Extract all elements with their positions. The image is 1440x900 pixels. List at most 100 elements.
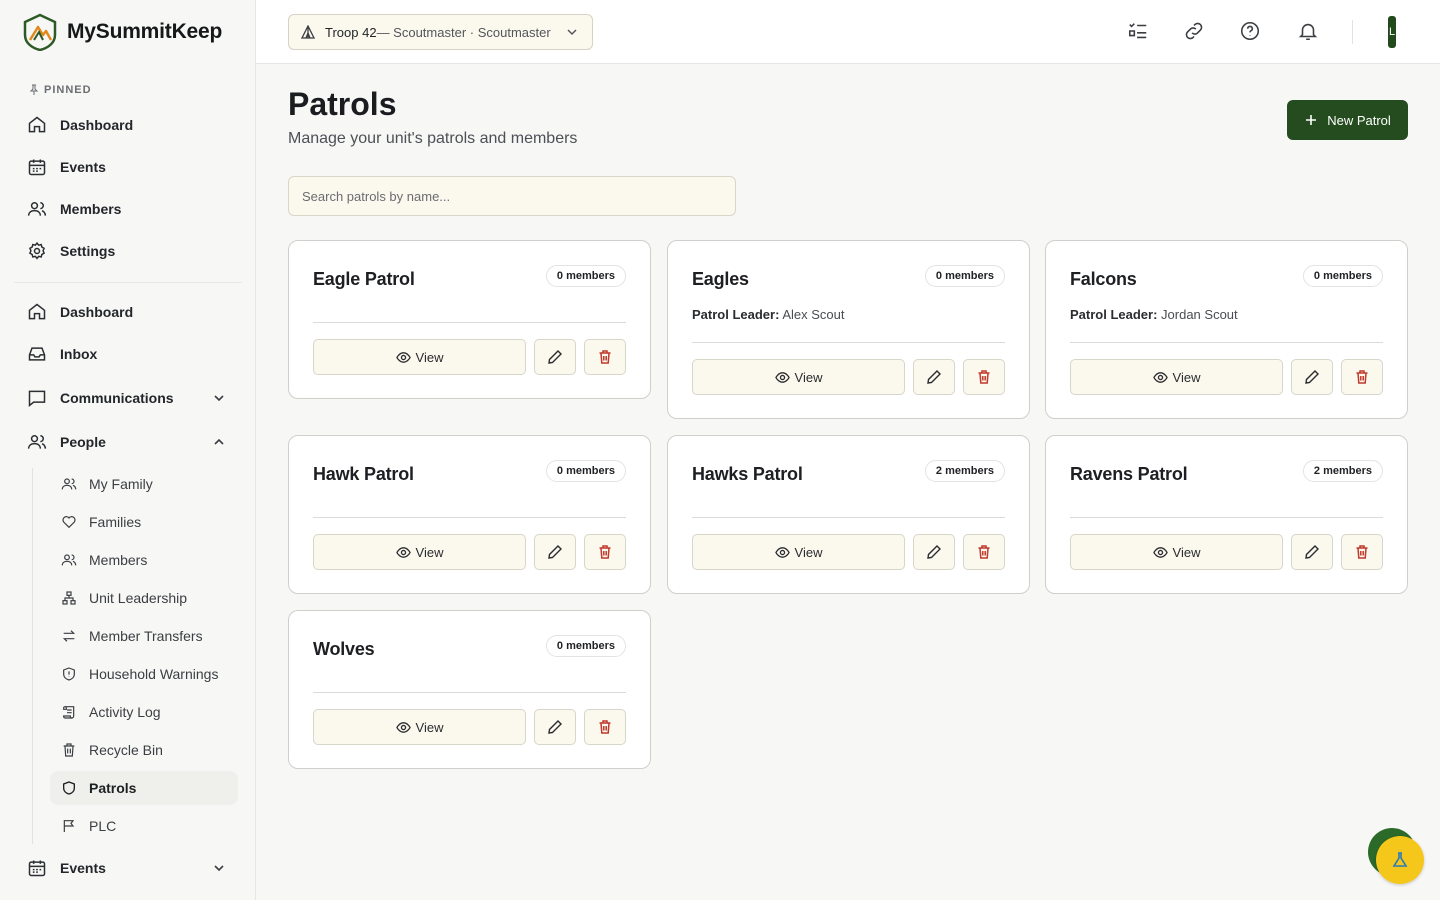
avatar[interactable]: L [1388, 16, 1396, 48]
sub-label: Recycle Bin [89, 742, 163, 758]
edit-patrol-button[interactable] [534, 709, 576, 745]
trash-icon [1356, 545, 1368, 559]
plus-icon [1306, 115, 1317, 125]
sidebar-item-events[interactable]: Events [14, 850, 242, 886]
delete-patrol-button[interactable] [584, 709, 626, 745]
delete-patrol-button[interactable] [584, 534, 626, 570]
patrol-name: Ravens Patrol [1070, 464, 1188, 484]
sidebar-item-dashboard[interactable]: Dashboard [14, 294, 242, 330]
pinned-item-settings[interactable]: Settings [14, 233, 242, 269]
brand[interactable]: MySummitKeep [22, 13, 222, 51]
member-count-badge: 0 members [1302, 265, 1383, 287]
sub-label: Patrols [89, 780, 137, 796]
mountain-logo-icon [23, 13, 57, 51]
shield-icon [63, 781, 75, 795]
edit-patrol-button[interactable] [534, 534, 576, 570]
view-patrol-button[interactable]: View [313, 339, 526, 375]
view-patrol-button[interactable]: View [692, 534, 905, 570]
pinned-item-dashboard[interactable]: Dashboard [14, 107, 242, 143]
patrol-card: Hawk Patrol 0 members View [288, 435, 651, 594]
sidebar-item-families[interactable]: Families [50, 505, 238, 539]
view-label: View [794, 369, 823, 385]
app-name: MySummitKeep [67, 20, 223, 43]
edit-patrol-button[interactable] [913, 359, 955, 395]
sub-label: Unit Leadership [89, 590, 188, 606]
member-count-badge: 0 members [545, 460, 626, 482]
edit-patrol-button[interactable] [534, 339, 576, 375]
delete-patrol-button[interactable] [1341, 359, 1383, 395]
unit-role: — Scoutmaster · Scoutmaster [376, 24, 551, 40]
topbar-separator [1352, 20, 1353, 44]
sub-label: PLC [89, 818, 117, 834]
sidebar-item-member-transfers[interactable]: Member Transfers [50, 619, 238, 653]
top-bar: Troop 42 — Scoutmaster · Scoutmaster L [256, 0, 1440, 64]
chevron-up-icon [214, 438, 224, 445]
delete-patrol-button[interactable] [584, 339, 626, 375]
new-patrol-button[interactable]: New Patrol [1287, 100, 1408, 140]
sidebar-item-people[interactable]: People [14, 424, 242, 460]
link-icon [1185, 22, 1203, 40]
card-divider [1070, 342, 1383, 343]
sidebar-item-plc[interactable]: PLC [50, 809, 238, 843]
sidebar-item-recycle-bin[interactable]: Recycle Bin [50, 733, 238, 767]
patrol-name: Falcons [1070, 269, 1137, 289]
sidebar-item-patrols[interactable]: Patrols [50, 771, 238, 805]
users-icon [27, 435, 47, 449]
sidebar-item-household-warnings[interactable]: Household Warnings [50, 657, 238, 691]
view-label: View [1172, 369, 1201, 385]
notifications-button[interactable] [1297, 20, 1321, 44]
eye-icon [395, 721, 411, 733]
delete-patrol-button[interactable] [1341, 534, 1383, 570]
nav-label: People [60, 434, 106, 450]
edit-patrol-button[interactable] [1291, 534, 1333, 570]
delete-patrol-button[interactable] [963, 359, 1005, 395]
card-divider [313, 692, 626, 693]
patrol-leader-label: Patrol Leader: [1070, 307, 1158, 322]
patrol-card: Eagles 0 members Patrol Leader: Alex Scout… [667, 240, 1030, 419]
nav-label: Events [60, 860, 106, 876]
page-title: Patrols [288, 86, 397, 122]
view-patrol-button[interactable]: View [1070, 534, 1283, 570]
pencil-icon [548, 720, 562, 734]
pinned-label-text: PINNED [44, 84, 92, 96]
view-patrol-button[interactable]: View [313, 709, 526, 745]
nav-label: Members [60, 201, 122, 217]
view-patrol-button[interactable]: View [692, 359, 905, 395]
trash-icon [599, 720, 611, 734]
delete-patrol-button[interactable] [963, 534, 1005, 570]
patrol-card: Wolves 0 members View [288, 610, 651, 769]
links-button[interactable] [1183, 20, 1207, 44]
chevron-down-icon [214, 865, 224, 872]
heart-icon [62, 516, 76, 529]
unit-selector[interactable]: Troop 42 — Scoutmaster · Scoutmaster [288, 14, 593, 50]
pinned-item-members[interactable]: Members [14, 191, 242, 227]
view-label: View [415, 349, 444, 365]
message-square-icon [28, 390, 46, 408]
trash-icon [978, 370, 990, 384]
pencil-icon [548, 545, 562, 559]
edit-patrol-button[interactable] [913, 534, 955, 570]
calendar-icon [28, 159, 46, 176]
help-button[interactable] [1239, 20, 1263, 44]
sidebar-item-communications[interactable]: Communications [14, 380, 242, 416]
shield-alert-icon [63, 667, 75, 681]
org-chart-icon [62, 591, 76, 605]
sidebar-item-my-family[interactable]: My Family [50, 467, 238, 501]
sidebar-item-inbox[interactable]: Inbox [14, 336, 242, 372]
nav-label: Inbox [60, 346, 98, 362]
sidebar-item-unit-leadership[interactable]: Unit Leadership [50, 581, 238, 615]
view-patrol-button[interactable]: View [313, 534, 526, 570]
sidebar-item-members[interactable]: Members [50, 543, 238, 577]
pinned-section-label: PINNED [29, 84, 92, 96]
home-icon [28, 116, 46, 133]
sidebar-item-activity-log[interactable]: Activity Log [50, 695, 238, 729]
view-patrol-button[interactable]: View [1070, 359, 1283, 395]
sub-label: Activity Log [89, 704, 161, 720]
dev-tools-fab[interactable] [1376, 836, 1424, 884]
search-input[interactable] [288, 176, 736, 216]
tasks-button[interactable] [1127, 20, 1151, 44]
edit-patrol-button[interactable] [1291, 359, 1333, 395]
pinned-item-events[interactable]: Events [14, 149, 242, 185]
patrol-leader-name: Alex Scout [779, 307, 845, 322]
eye-icon [395, 546, 411, 558]
